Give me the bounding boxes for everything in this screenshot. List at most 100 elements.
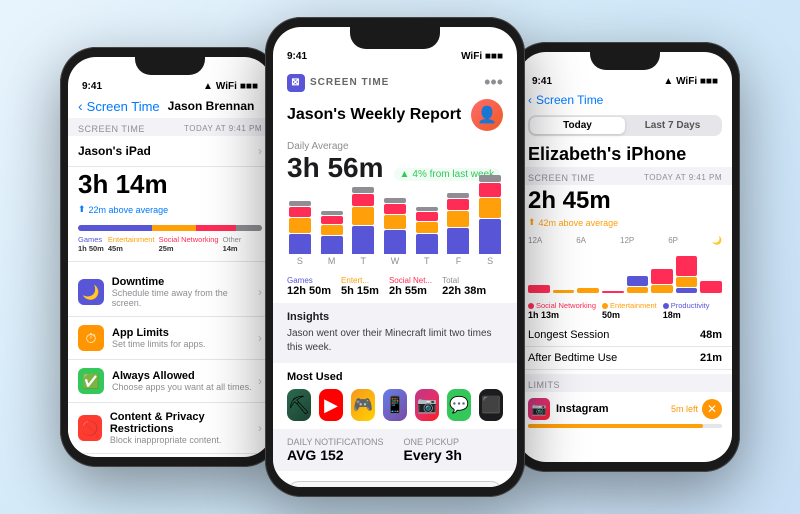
most-used-section: Most Used ⛏ ▶ 🎮 📱 📷 💬 ⬛ <box>273 363 517 429</box>
report-title: Jason's Weekly Report <box>287 106 461 124</box>
chevron-applimits: › <box>258 331 262 345</box>
chart-bars: S M <box>287 196 503 266</box>
bar-row-left <box>78 225 262 231</box>
usage-bars-left: Games 1h 50m Entertainment 45m Social Ne… <box>68 221 272 262</box>
notif-daily: Daily Notifications AVG 152 <box>287 437 384 463</box>
app-limits-sub: Set time limits for apps. <box>112 339 206 349</box>
above-avg-right: ⬆ 42m above average <box>518 217 732 232</box>
chart-day-5: F <box>446 193 472 266</box>
phone-right: 9:41 ▲ WiFi ■■■ ‹ Screen Time Today Last… <box>510 42 740 472</box>
time-left: 9:41 <box>82 81 102 92</box>
app-icon-4: 📱 <box>383 389 407 421</box>
right-chart: 12A 6A 12P 6P 🌙 <box>518 232 732 297</box>
legend-social: Social Networking 1h 13m <box>528 301 596 320</box>
chart-time-labels: 12A 6A 12P 6P 🌙 <box>528 236 722 245</box>
downtime-label: Downtime <box>112 276 258 288</box>
always-allowed-icon: ✅ <box>78 368 104 394</box>
chart-day-2: T <box>350 187 376 266</box>
limits-section-label: LIMITS <box>518 374 732 392</box>
legend-dot-productivity <box>663 303 669 309</box>
instagram-label: Instagram <box>556 403 609 415</box>
always-allowed-label: Always Allowed <box>112 370 252 382</box>
app-limits-label: App Limits <box>112 327 206 339</box>
above-avg-left: ⬆ 22m above average <box>68 202 272 221</box>
limit-bar-instagram <box>528 424 722 428</box>
nav-back-right[interactable]: ‹ Screen Time <box>518 91 732 111</box>
app-icon-instagram: 📷 <box>415 389 439 421</box>
app-icon-minecraft: ⛏ <box>287 389 311 421</box>
summary-total: Total 22h 38m <box>442 276 486 297</box>
segment-7days[interactable]: Last 7 Days <box>625 117 720 134</box>
time-right: 9:41 <box>532 76 552 87</box>
stat-longest-session: Longest Session 48m <box>518 324 732 347</box>
bar-games <box>78 225 152 231</box>
chevron-right-device: › <box>258 144 262 158</box>
chevron-icon-right: ‹ <box>528 93 532 107</box>
right-bars <box>528 248 722 293</box>
arrow-icon-right: ⬆ <box>528 217 536 228</box>
left-screen: 9:41 ▲ WiFi ■■■ ‹ Screen Time Jason Bren… <box>68 57 272 457</box>
bar-labels-left: Games 1h 50m Entertainment 45m Social Ne… <box>78 235 262 253</box>
downtime-sub: Schedule time away from the screen. <box>112 288 258 308</box>
notifications-row: Daily Notifications AVG 152 One Pickup E… <box>273 429 517 471</box>
app-icon-youtube: ▶ <box>319 389 343 421</box>
phone-center: 9:41 WiFi ■■■ ⊠ SCREEN TIME ••• Jason's … <box>265 17 525 497</box>
always-allowed-item[interactable]: ✅ Always Allowed Choose apps you want at… <box>68 360 272 403</box>
app-icons-row: ⛏ ▶ 🎮 📱 📷 💬 ⬛ <box>287 389 503 421</box>
app-limits-icon: ⏱ <box>78 325 104 351</box>
daily-avg-label: Daily Average <box>287 141 503 152</box>
limit-item-instagram: 📷 Instagram 5m left ✕ <box>518 392 732 434</box>
time-used-left: 3h 14m <box>68 167 272 202</box>
report-header: Jason's Weekly Report 👤 <box>273 97 517 137</box>
always-allowed-sub: Choose apps you want at all times. <box>112 382 252 392</box>
time-used-right: 2h 45m <box>518 185 732 217</box>
bar-social <box>196 225 236 231</box>
nav-back-left[interactable]: ‹ Screen Time Jason Brennan <box>68 96 272 118</box>
time-center: 9:41 <box>287 51 307 62</box>
st-logo: ⊠ SCREEN TIME <box>287 74 389 92</box>
right-screen: 9:41 ▲ WiFi ■■■ ‹ Screen Time Today Last… <box>518 52 732 462</box>
more-icon[interactable]: ••• <box>484 72 503 93</box>
center-screen: 9:41 WiFi ■■■ ⊠ SCREEN TIME ••• Jason's … <box>273 27 517 487</box>
st-icon: ⊠ <box>287 74 305 92</box>
stat-after-bedtime: After Bedtime Use 21m <box>518 347 732 370</box>
app-limits-item[interactable]: ⏱ App Limits Set time limits for apps. › <box>68 317 272 360</box>
limit-exceeded-icon: ✕ <box>702 399 722 419</box>
chevron-downtime: › <box>258 285 262 299</box>
chart-day-4: T <box>414 207 440 266</box>
legend-dot-entertainment <box>602 303 608 309</box>
manage-screen-time-button[interactable]: Manage Screen Time <box>287 481 503 487</box>
chevron-always: › <box>258 374 262 388</box>
legend-dot-social <box>528 303 534 309</box>
user-name-left: Jason Brennan <box>168 99 255 113</box>
content-privacy-icon: 🚫 <box>78 415 102 441</box>
stats-section: Longest Session 48m After Bedtime Use 21… <box>518 324 732 370</box>
label-games: Games 1h 50m <box>78 235 104 253</box>
device-name-left: Jason's iPad <box>78 144 151 158</box>
today-label-right: Today at 9:41 PM <box>644 173 722 182</box>
most-used-title: Most Used <box>287 371 503 383</box>
summary-social: Social Net... 2h 55m <box>389 276 432 297</box>
summary-games: Games 12h 50m <box>287 276 331 297</box>
limit-left-text: 5m left <box>671 404 698 414</box>
notch-right <box>590 52 660 70</box>
notch-left <box>135 57 205 75</box>
screen-time-section-label: SCREEN TIME Today at 9:41 PM <box>68 118 272 136</box>
status-icons-right: ▲ WiFi ■■■ <box>663 76 718 87</box>
instagram-icon: 📷 <box>528 398 550 420</box>
nav-back-label-left: Screen Time <box>87 99 160 114</box>
pct-arrow: ▲ <box>400 169 410 180</box>
insights-text: Jason went over their Minecraft limit tw… <box>287 327 503 355</box>
device-title-right: Elizabeth's iPhone <box>518 140 732 167</box>
notch-center <box>350 27 440 49</box>
limit-bar-fill <box>528 424 703 428</box>
device-row-left[interactable]: Jason's iPad › <box>68 136 272 167</box>
phone-left: 9:41 ▲ WiFi ■■■ ‹ Screen Time Jason Bren… <box>60 47 280 467</box>
content-privacy-item[interactable]: 🚫 Content & Privacy Restrictions Block i… <box>68 403 272 454</box>
chart-day-1: M <box>319 211 345 266</box>
downtime-item[interactable]: 🌙 Downtime Schedule time away from the s… <box>68 268 272 317</box>
chevron-icon-left: ‹ <box>78 98 83 114</box>
label-social: Social Networking 25m <box>159 235 219 253</box>
segment-today[interactable]: Today <box>530 117 625 134</box>
daily-avg-time: 3h 56m <box>287 152 384 184</box>
